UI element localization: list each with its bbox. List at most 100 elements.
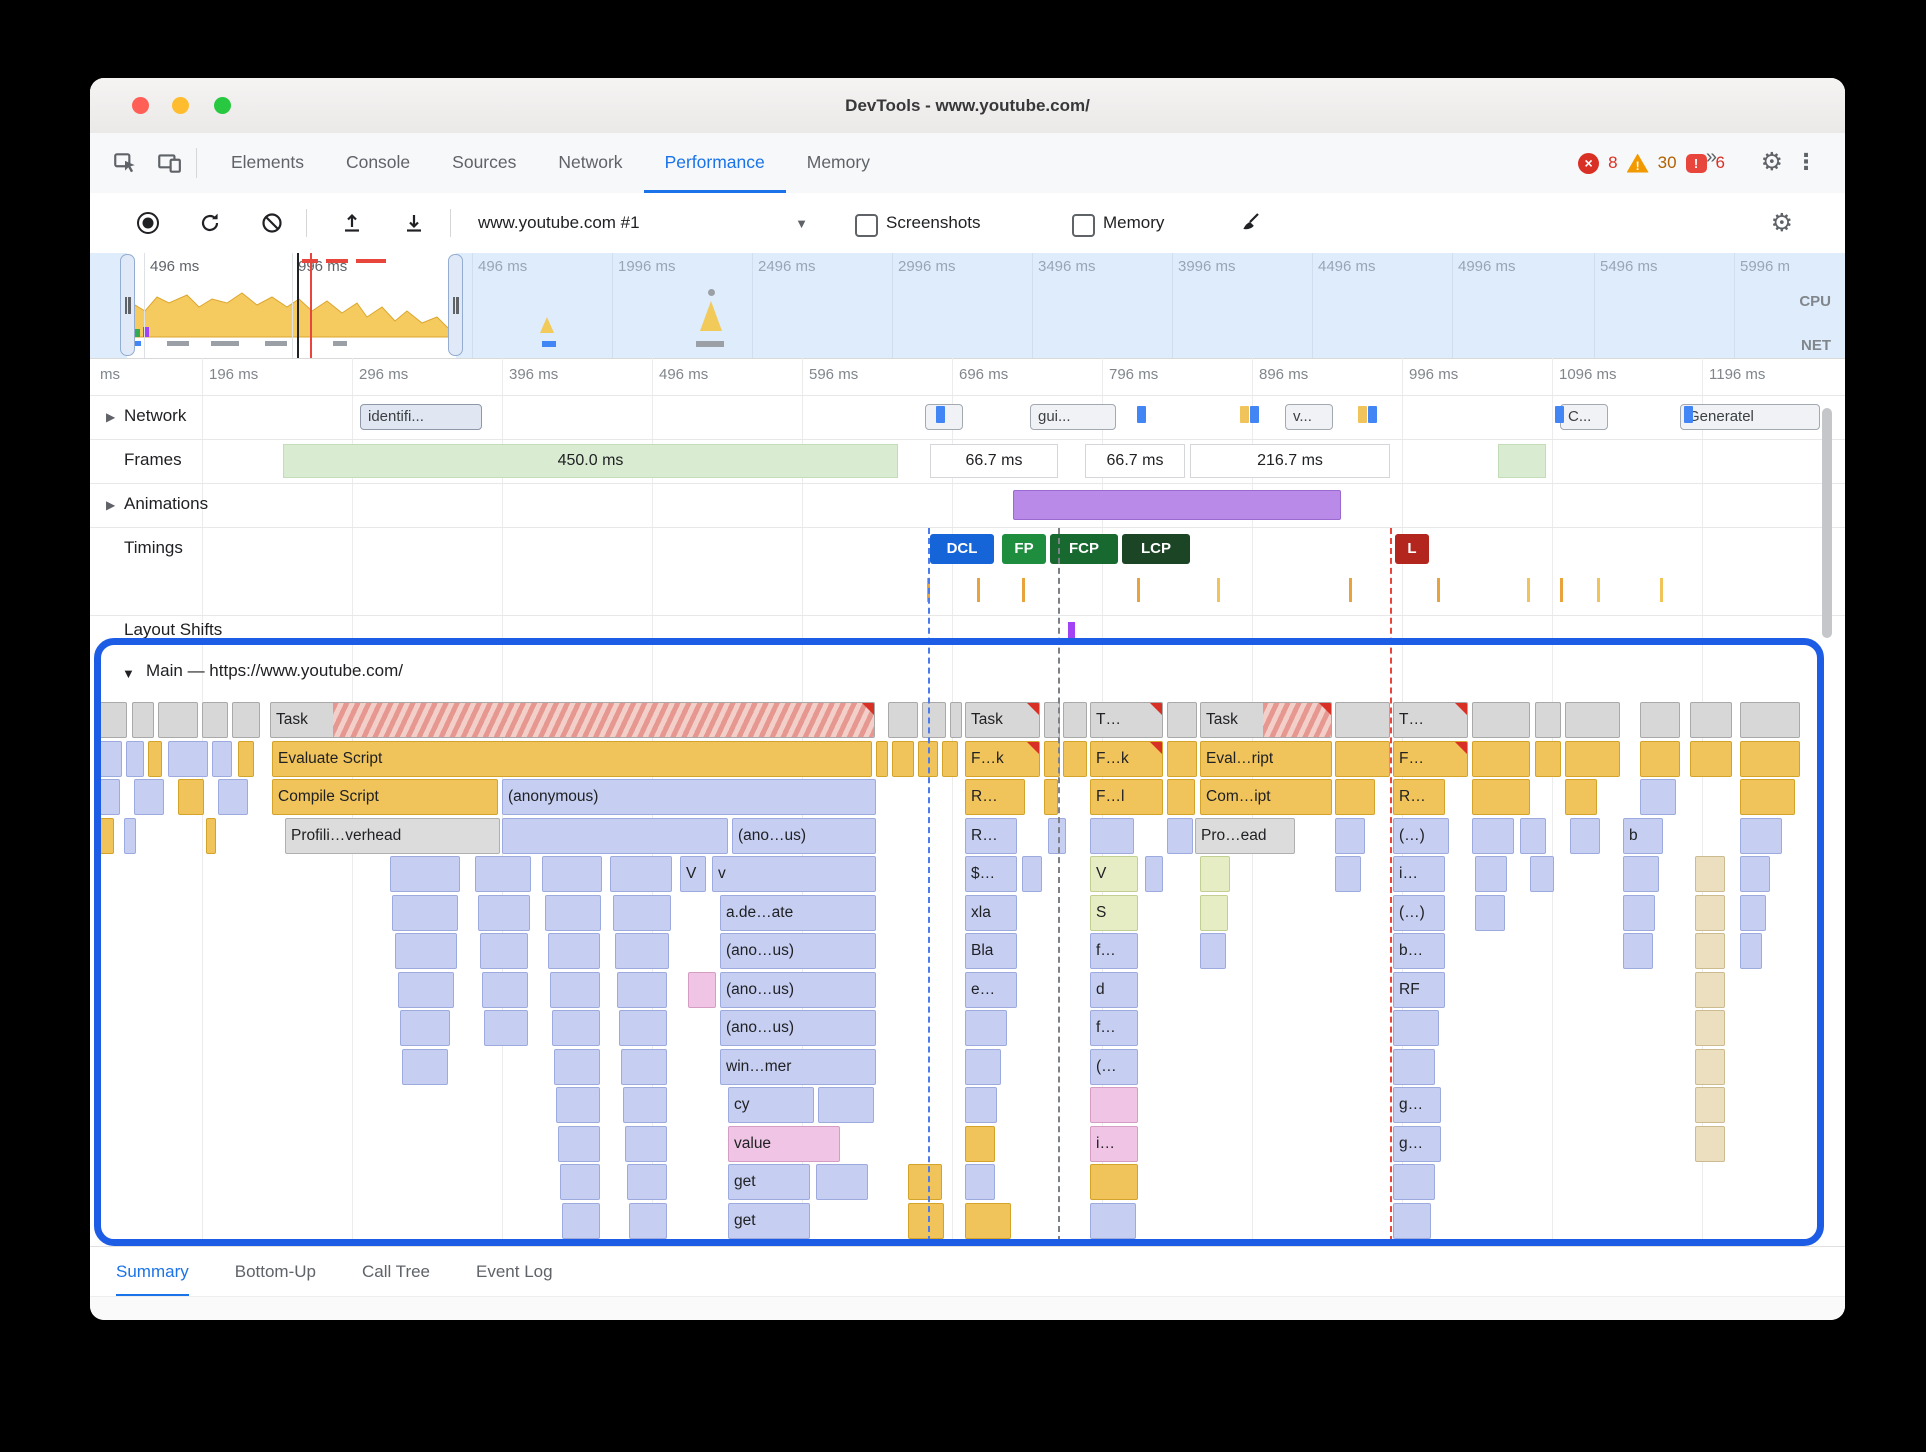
flame-bar[interactable]: $… — [965, 856, 1017, 892]
flame-bar[interactable]: Profili…verhead — [285, 818, 500, 854]
flame-bar[interactable]: value — [728, 1126, 840, 1162]
flame-bar[interactable]: g… — [1393, 1087, 1441, 1123]
flame-bar[interactable] — [168, 741, 208, 777]
flame-bar[interactable] — [615, 933, 669, 969]
flame-bar[interactable] — [560, 1164, 600, 1200]
flame-bar[interactable] — [484, 1010, 528, 1046]
flame-bar[interactable] — [395, 933, 457, 969]
flame-bar[interactable]: e… — [965, 972, 1017, 1008]
flame-bar[interactable] — [908, 1203, 944, 1239]
flame-bar[interactable] — [1090, 818, 1134, 854]
flame-bar[interactable] — [1200, 933, 1226, 969]
flame-bar[interactable] — [1472, 741, 1530, 777]
flame-bar[interactable] — [100, 779, 120, 815]
details-tab-bottom-up[interactable]: Bottom-Up — [235, 1247, 316, 1297]
flame-bar[interactable] — [876, 741, 888, 777]
flame-bar[interactable] — [1475, 856, 1507, 892]
device-toolbar-icon[interactable] — [156, 150, 182, 176]
flame-bar[interactable] — [1335, 741, 1390, 777]
flame-bar[interactable] — [398, 972, 454, 1008]
flame-bar[interactable]: cy — [728, 1087, 814, 1123]
network-request-chip[interactable]: v... — [1285, 404, 1333, 430]
flame-bar[interactable]: Eval…ript — [1200, 741, 1332, 777]
flame-bar[interactable]: RF — [1393, 972, 1445, 1008]
flame-bar[interactable] — [942, 741, 958, 777]
flame-bar[interactable] — [212, 741, 232, 777]
flame-bar[interactable] — [1535, 702, 1561, 738]
network-request-marker[interactable] — [1240, 406, 1249, 423]
reload-and-record-icon[interactable] — [198, 211, 222, 235]
flame-bar[interactable] — [1335, 779, 1375, 815]
flame-bar[interactable] — [1740, 933, 1762, 969]
flame-bar[interactable] — [502, 818, 728, 854]
flame-bar[interactable] — [548, 933, 600, 969]
network-request-marker[interactable] — [1368, 406, 1377, 423]
flame-bar[interactable] — [1472, 702, 1530, 738]
frame-duration-segment[interactable]: 66.7 ms — [1085, 444, 1185, 478]
flame-bar[interactable]: g… — [1393, 1126, 1441, 1162]
flame-bar[interactable]: Task — [270, 702, 875, 738]
flame-bar[interactable]: v — [712, 856, 876, 892]
console-errors-icon[interactable]: × — [1578, 152, 1600, 174]
flame-bar[interactable] — [1022, 856, 1042, 892]
flame-bar[interactable]: (…) — [1393, 895, 1445, 931]
flame-bar[interactable]: T… — [1393, 702, 1468, 738]
flame-bar[interactable] — [558, 1126, 600, 1162]
network-request-marker[interactable] — [936, 406, 945, 423]
flame-bar[interactable] — [1167, 779, 1195, 815]
flame-bar[interactable] — [965, 1049, 1001, 1085]
flame-bar[interactable]: Pro…ead — [1195, 818, 1295, 854]
flame-bar[interactable] — [908, 1164, 942, 1200]
flame-bar[interactable] — [688, 972, 716, 1008]
timing-badge-lcp[interactable]: LCP — [1122, 534, 1190, 564]
record-icon[interactable] — [136, 211, 160, 235]
flame-bar[interactable] — [1200, 895, 1228, 931]
flame-bar[interactable] — [965, 1010, 1007, 1046]
flame-bar[interactable] — [950, 702, 962, 738]
flame-bar[interactable] — [617, 972, 667, 1008]
frame-duration-segment[interactable] — [1498, 444, 1546, 478]
flame-bar[interactable] — [1090, 1087, 1138, 1123]
flame-bar[interactable] — [1393, 1203, 1431, 1239]
issues-icon[interactable]: ! — [1685, 153, 1707, 173]
flame-bar[interactable]: f… — [1090, 1010, 1138, 1046]
flame-bar[interactable]: (ano…us) — [720, 933, 876, 969]
flame-bar[interactable] — [1740, 856, 1770, 892]
flame-bar[interactable] — [1535, 741, 1561, 777]
tab-elements[interactable]: Elements — [210, 133, 325, 193]
flame-bar[interactable] — [1640, 741, 1680, 777]
flame-bar[interactable] — [1565, 779, 1597, 815]
flame-bar[interactable]: Bla — [965, 933, 1017, 969]
screenshots-checkbox[interactable] — [855, 214, 878, 237]
flame-bar[interactable]: V — [680, 856, 706, 892]
flame-bar[interactable] — [556, 1087, 600, 1123]
main-disclosure-icon[interactable]: ▼ — [122, 666, 135, 681]
network-request-chip[interactable]: Generatel — [1680, 404, 1820, 430]
flame-bar[interactable]: (ano…us) — [732, 818, 876, 854]
flame-bar[interactable] — [1393, 1049, 1435, 1085]
flame-bar[interactable] — [1740, 779, 1795, 815]
timing-badge-l[interactable]: L — [1395, 534, 1429, 564]
flame-bar[interactable] — [965, 1164, 995, 1200]
flame-bar[interactable] — [97, 702, 127, 738]
flame-bar[interactable]: (anonymous) — [502, 779, 876, 815]
flame-bar[interactable] — [610, 856, 672, 892]
flame-bar[interactable]: b… — [1393, 933, 1445, 969]
network-disclosure-icon[interactable]: ▶ — [106, 410, 115, 424]
flame-bar[interactable] — [554, 1049, 600, 1085]
flame-bar[interactable] — [625, 1126, 667, 1162]
flame-bar[interactable] — [126, 741, 144, 777]
flame-bar[interactable] — [922, 702, 946, 738]
flame-bar[interactable] — [482, 972, 528, 1008]
flame-bar[interactable] — [1690, 702, 1732, 738]
flame-bar[interactable] — [1530, 856, 1554, 892]
flame-bar[interactable] — [202, 702, 228, 738]
flame-bar[interactable] — [1393, 1010, 1439, 1046]
flame-bar[interactable] — [178, 779, 204, 815]
zoom-window-button[interactable] — [214, 97, 231, 114]
flame-bar[interactable]: win…mer — [720, 1049, 876, 1085]
flame-bar[interactable] — [1090, 1203, 1136, 1239]
flame-bar[interactable] — [1475, 895, 1505, 931]
flame-bar[interactable] — [1565, 741, 1620, 777]
flame-bar[interactable] — [1090, 1164, 1138, 1200]
